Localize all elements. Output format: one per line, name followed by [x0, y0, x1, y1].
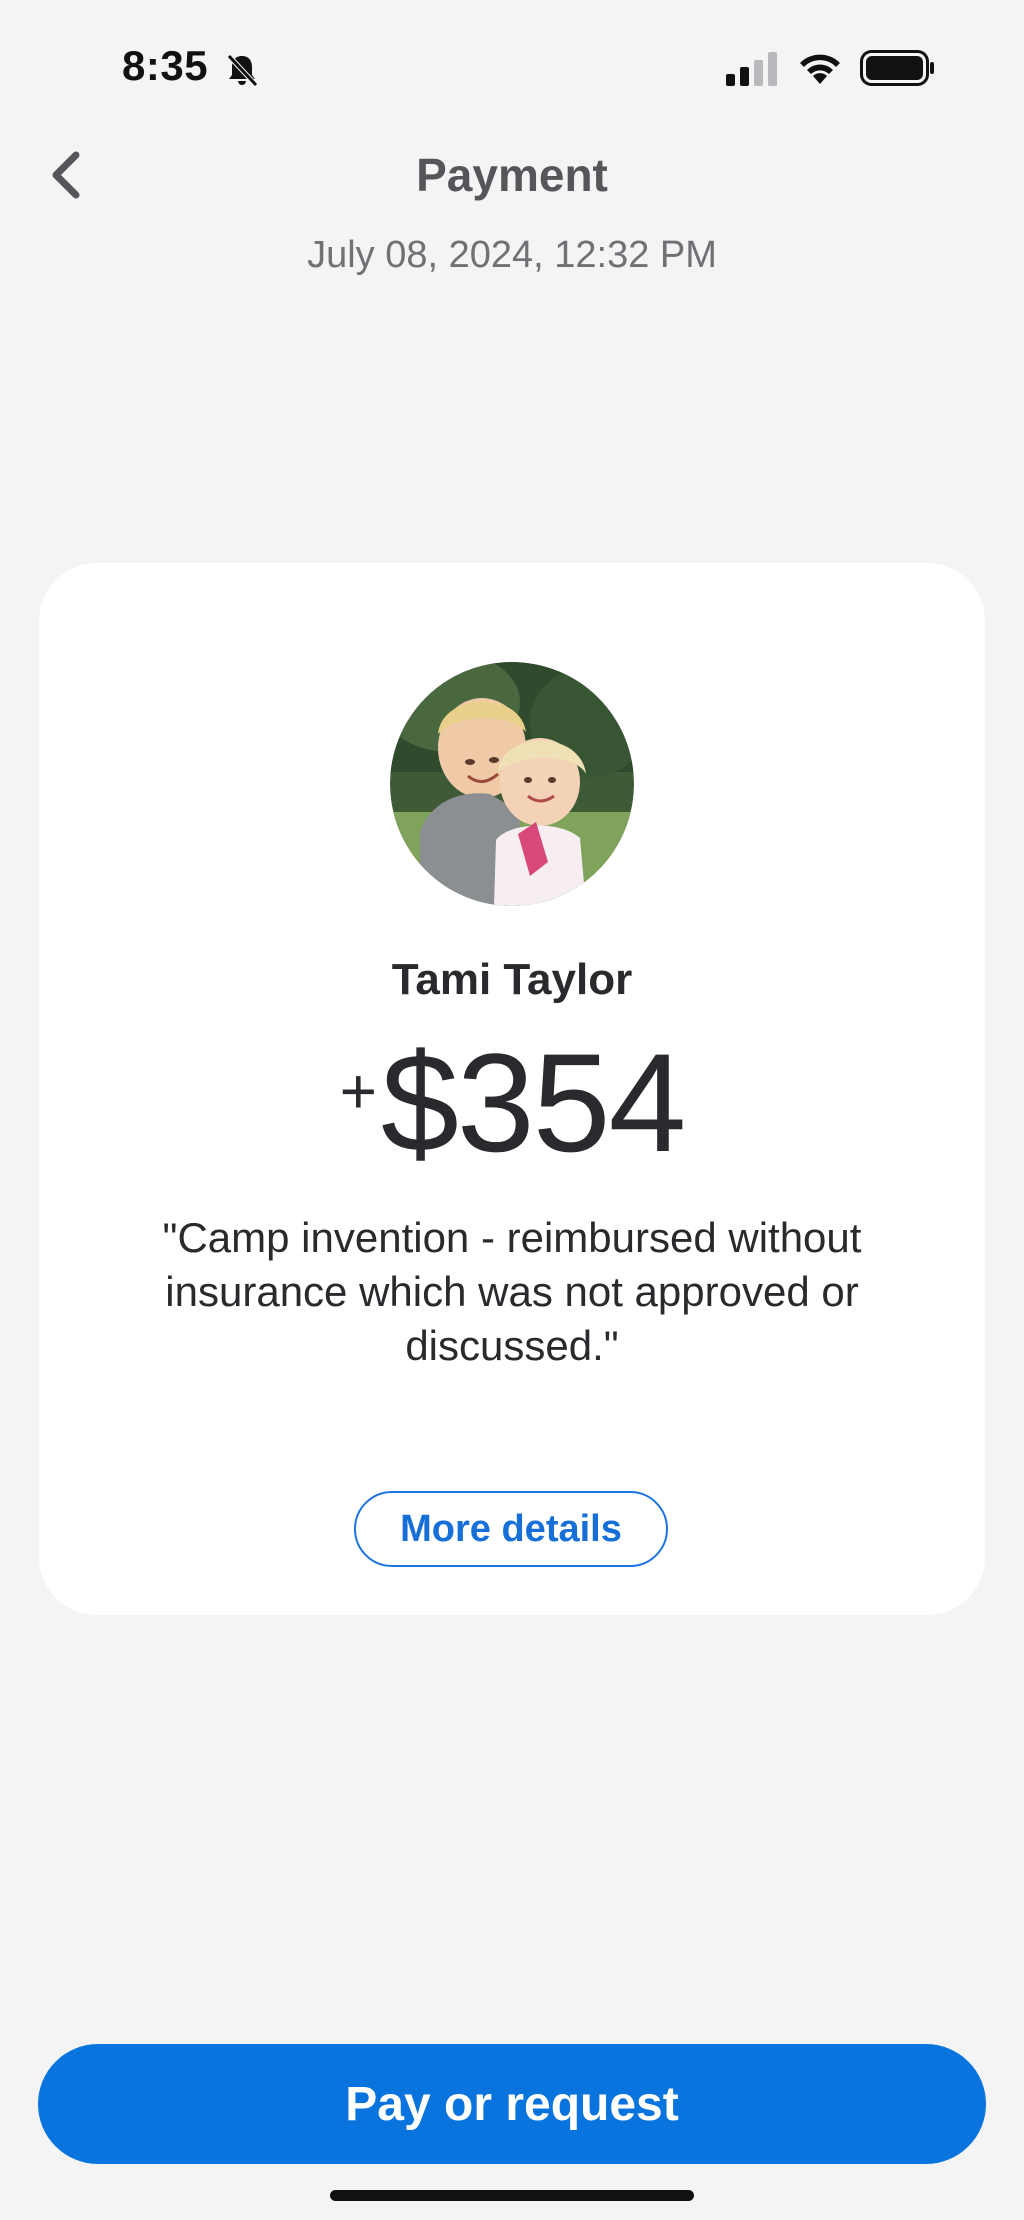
amount-sign: + [339, 1055, 377, 1127]
transaction-card: Tami Taylor + $354 "Camp invention - rei… [39, 563, 985, 1615]
pay-or-request-button[interactable]: Pay or request [38, 2044, 986, 2164]
page-title: Payment [416, 149, 608, 201]
amount-value: $354 [380, 1024, 686, 1181]
status-bar: 8:35 [0, 0, 1024, 130]
transaction-date: July 08, 2024, 12:32 PM [307, 234, 717, 276]
amount: + $354 [39, 1028, 985, 1178]
avatar[interactable] [390, 662, 634, 906]
wifi-icon [800, 54, 840, 84]
cellular-signal-icon [726, 52, 777, 86]
battery-icon [860, 50, 934, 86]
bell-slash-icon [227, 54, 258, 87]
more-details-button[interactable]: More details [354, 1491, 668, 1567]
recipient-name: Tami Taylor [391, 955, 633, 1004]
payment-note: "Camp invention - reimbursed without ins… [162, 1214, 862, 1369]
home-indicator [330, 2190, 694, 2201]
status-time: 8:35 [122, 42, 209, 89]
